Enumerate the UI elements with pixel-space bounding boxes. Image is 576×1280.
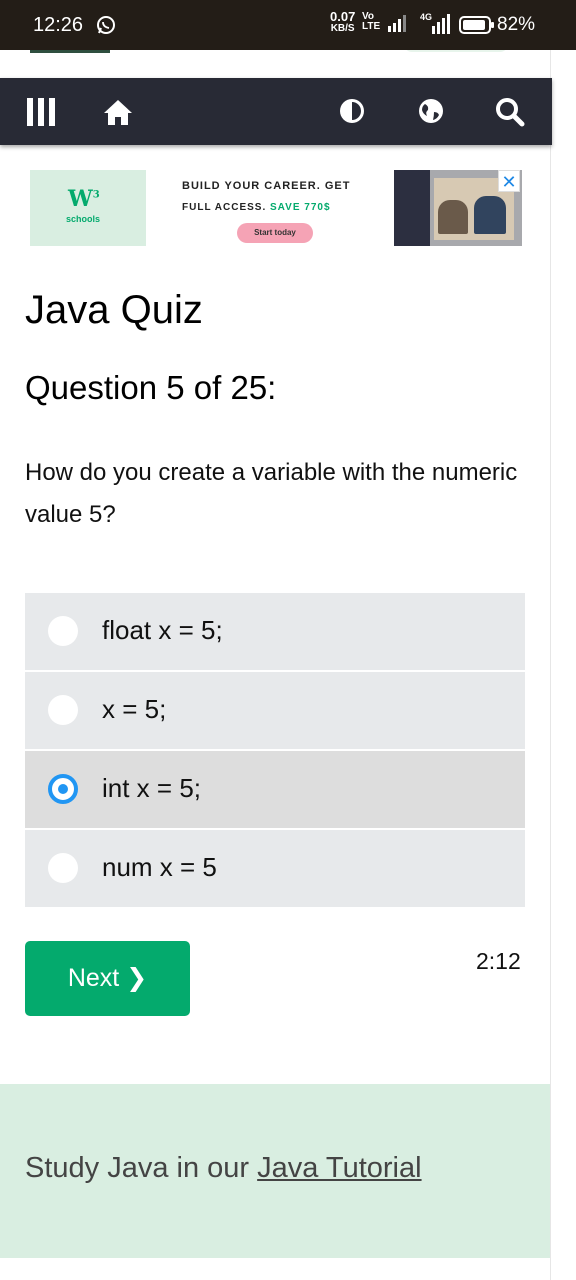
home-icon[interactable] bbox=[102, 96, 134, 128]
answer-options: float x = 5; x = 5; int x = 5; num x = 5 bbox=[25, 593, 525, 909]
whatsapp-icon bbox=[96, 15, 116, 40]
answer-option[interactable]: num x = 5 bbox=[25, 830, 525, 909]
quiz-timer: 2:12 bbox=[476, 948, 521, 974]
status-bar: 12:26 0.07 KB/S Vo LTE 4G 82% bbox=[0, 0, 576, 50]
w3-logo-icon: W3 bbox=[68, 186, 100, 212]
java-tutorial-link[interactable]: Java Tutorial bbox=[257, 1152, 421, 1184]
contrast-icon[interactable] bbox=[337, 96, 367, 126]
ad-brand: schools bbox=[66, 214, 101, 224]
answer-option-label: num x = 5 bbox=[102, 852, 217, 882]
answer-option[interactable]: float x = 5; bbox=[25, 593, 525, 672]
ad-logo-box: W3 schools bbox=[30, 170, 146, 246]
page-title: Java Quiz bbox=[25, 288, 203, 332]
menu-icon[interactable] bbox=[24, 95, 58, 129]
scrolled-header-strip bbox=[0, 50, 550, 78]
signal-4g-icon: 4G bbox=[420, 12, 452, 39]
answer-option-label: float x = 5; bbox=[102, 615, 223, 645]
clock: 12:26 bbox=[33, 14, 84, 36]
ad-cta-button[interactable]: Start today bbox=[237, 223, 313, 243]
ad-close-icon[interactable]: ✕ bbox=[498, 170, 520, 192]
radio-button[interactable] bbox=[48, 853, 78, 883]
search-icon[interactable] bbox=[494, 96, 526, 128]
volte-indicator: Vo LTE bbox=[362, 11, 381, 32]
question-text: How do you create a variable with the nu… bbox=[25, 459, 518, 528]
tutorial-promo: Study Java in our Java Tutorial bbox=[0, 1084, 550, 1258]
ad-headline: BUILD YOUR CAREER. GET bbox=[182, 180, 351, 192]
ad-banner[interactable]: W3 schools BUILD YOUR CAREER. GET FULL A… bbox=[30, 170, 522, 246]
w3schools-logo-cut bbox=[30, 50, 110, 53]
radio-button-checked[interactable] bbox=[48, 774, 78, 804]
promo-text: Study Java in our Java Tutorial bbox=[25, 1152, 422, 1184]
answer-option[interactable]: x = 5; bbox=[25, 672, 525, 751]
answer-option-label: x = 5; bbox=[102, 694, 167, 724]
radio-button[interactable] bbox=[48, 695, 78, 725]
battery-icon bbox=[459, 16, 495, 39]
network-speed: 0.07 KB/S bbox=[330, 9, 356, 34]
ad-subline: FULL ACCESS. SAVE 770$ bbox=[182, 202, 331, 213]
question-number: Question 5 of 25: bbox=[25, 369, 277, 406]
answer-option-label: int x = 5; bbox=[102, 773, 201, 803]
top-navbar bbox=[0, 78, 552, 145]
answer-option-selected[interactable]: int x = 5; bbox=[25, 751, 525, 830]
page-edge bbox=[550, 50, 576, 1280]
battery-percent: 82% bbox=[497, 14, 536, 35]
header-button-cut[interactable] bbox=[404, 50, 508, 52]
radio-button[interactable] bbox=[48, 616, 78, 646]
next-button[interactable]: Next ❯ bbox=[25, 941, 190, 1016]
signal-icon bbox=[388, 14, 410, 37]
globe-icon[interactable] bbox=[416, 96, 446, 126]
